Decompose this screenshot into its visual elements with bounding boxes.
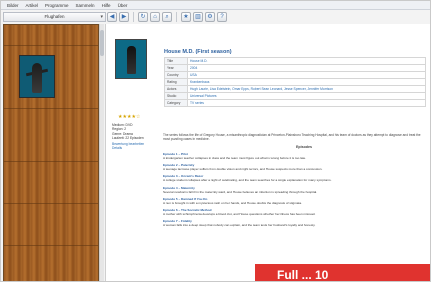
- star-icon[interactable]: ★: [181, 12, 191, 22]
- list-item: Episode 1 – Pilot A kindergarten teacher …: [163, 152, 429, 160]
- menubar: Bilder Artikel Programme Sammeln Hilfe Ü…: [1, 1, 430, 10]
- list-item: Episode 4 – Maternity Several newborns fa…: [163, 186, 429, 194]
- app-window: Bilder Artikel Programme Sammeln Hilfe Ü…: [0, 0, 431, 282]
- info-key: Rating: [164, 78, 188, 86]
- table-row: Country USA: [164, 71, 426, 79]
- table-row: Title House M.D.: [164, 57, 426, 65]
- home-icon[interactable]: ⌂: [150, 12, 160, 22]
- table-row: Category TV series: [164, 99, 426, 107]
- info-value[interactable]: Hugh Laurie, Lisa Edelstein, Omar Epps, …: [187, 85, 426, 93]
- list-item: Episode 5 – Damned If You Do A nun is bro…: [163, 197, 429, 205]
- episode-title[interactable]: Episode 4 – Maternity: [163, 186, 195, 190]
- list-item: Episode 7 – Fidelity A woman falls into a…: [163, 219, 429, 227]
- info-key: Category: [164, 99, 188, 107]
- forward-icon[interactable]: ▶: [119, 12, 129, 22]
- shelf-panel[interactable]: [3, 24, 99, 281]
- table-row: Actors Hugh Laurie, Lisa Edelstein, Omar …: [164, 85, 426, 93]
- toolbar: ◀ ▶ ↻ ⌂ ⌕ ★ ▥ ⚙ ?: [107, 11, 227, 23]
- shelf-divider: [4, 161, 98, 162]
- episode-summary: A teenage lacrosse player suffers from d…: [163, 167, 323, 172]
- episode-summary: A kindergarten teacher collapses in clas…: [163, 156, 307, 161]
- episode-summary: A college student collapses after a nigh…: [163, 178, 332, 183]
- menu-item-artikel[interactable]: Artikel: [26, 1, 39, 9]
- menu-item-ueber[interactable]: Über: [118, 1, 128, 9]
- episode-summary: A nun is brought in with a mysterious ra…: [163, 200, 302, 205]
- side-facts: Medium: DVD Region: 2 Genre: Drama Laufz…: [112, 123, 157, 151]
- refresh-icon[interactable]: ↻: [138, 12, 148, 22]
- menu-item-bilder[interactable]: Bilder: [7, 1, 19, 9]
- table-row: Studio Universal Pictures: [164, 92, 426, 100]
- info-value[interactable]: 2004: [187, 64, 426, 72]
- collection-dropdown[interactable]: Flughafen ▾: [3, 12, 106, 22]
- menu-item-hilfe[interactable]: Hilfe: [102, 1, 111, 9]
- gear-icon[interactable]: ⚙: [205, 12, 215, 22]
- toolbar-divider: [133, 12, 134, 22]
- info-value[interactable]: Krankenhaus: [187, 78, 426, 86]
- episode-summary: A mother with schizophrenia develops a b…: [163, 212, 316, 217]
- dvd-cover-large: [115, 39, 147, 79]
- info-key: Country: [164, 71, 188, 79]
- search-icon[interactable]: ⌕: [162, 12, 172, 22]
- info-key: Year: [164, 64, 188, 72]
- chart-icon[interactable]: ▥: [193, 12, 203, 22]
- detail-pane: ★★★★☆ Medium: DVD Region: 2 Genre: Drama…: [105, 24, 430, 281]
- list-item: Episode 2 – Paternity A teenage lacrosse …: [163, 163, 429, 171]
- shelf-divider: [4, 108, 98, 109]
- details-link[interactable]: Details: [112, 146, 157, 150]
- table-row: Year 2004: [164, 64, 426, 72]
- toolbar-divider: [176, 12, 177, 22]
- info-table: Title House M.D. Year 2004 Country USA Rati…: [164, 57, 426, 107]
- episode-summary: Several newborns fall ill in the materni…: [163, 189, 318, 194]
- menu-item-sammeln[interactable]: Sammeln: [76, 1, 95, 9]
- back-icon[interactable]: ◀: [107, 12, 117, 22]
- help-icon[interactable]: ?: [217, 12, 227, 22]
- info-key: Actors: [164, 85, 188, 93]
- info-value[interactable]: TV series: [187, 99, 426, 107]
- promo-banner: Full ... 10: [255, 264, 430, 281]
- info-key: Title: [164, 57, 188, 65]
- shelf-divider: [4, 45, 98, 46]
- list-item: Episode 3 – Occam's Razor A college stude…: [163, 174, 429, 182]
- table-row: Rating Krankenhaus: [164, 78, 426, 86]
- info-value[interactable]: USA: [187, 71, 426, 79]
- collection-dropdown-label: Flughafen: [44, 14, 65, 19]
- cover-art: [32, 63, 42, 93]
- episode-list: Episode 1 – Pilot A kindergarten teacher …: [163, 152, 429, 230]
- cover-art: [127, 46, 136, 74]
- info-value[interactable]: House M.D.: [187, 57, 426, 65]
- episode-summary: A woman falls into a deep sleep that nob…: [163, 223, 316, 228]
- shelf-divider: [4, 203, 98, 204]
- shelf-divider: [4, 245, 98, 246]
- page-title: House M.D. (First season): [164, 49, 232, 55]
- info-key: Studio: [164, 92, 188, 100]
- list-item: Episode 6 – The Socratic Method A mother …: [163, 208, 429, 216]
- dvd-cover-thumbnail[interactable]: [19, 55, 55, 98]
- rating-stars[interactable]: ★★★★☆: [118, 114, 140, 120]
- chevron-down-icon: ▾: [100, 14, 103, 20]
- description-text: The series follows the life of Gregory H…: [163, 133, 421, 142]
- episodes-heading: Episodes: [296, 145, 312, 149]
- shelf-scrollbar[interactable]: [99, 24, 104, 281]
- scrollbar-thumb[interactable]: [100, 30, 104, 56]
- menu-item-programme[interactable]: Programme: [45, 1, 69, 9]
- info-value[interactable]: Universal Pictures: [187, 92, 426, 100]
